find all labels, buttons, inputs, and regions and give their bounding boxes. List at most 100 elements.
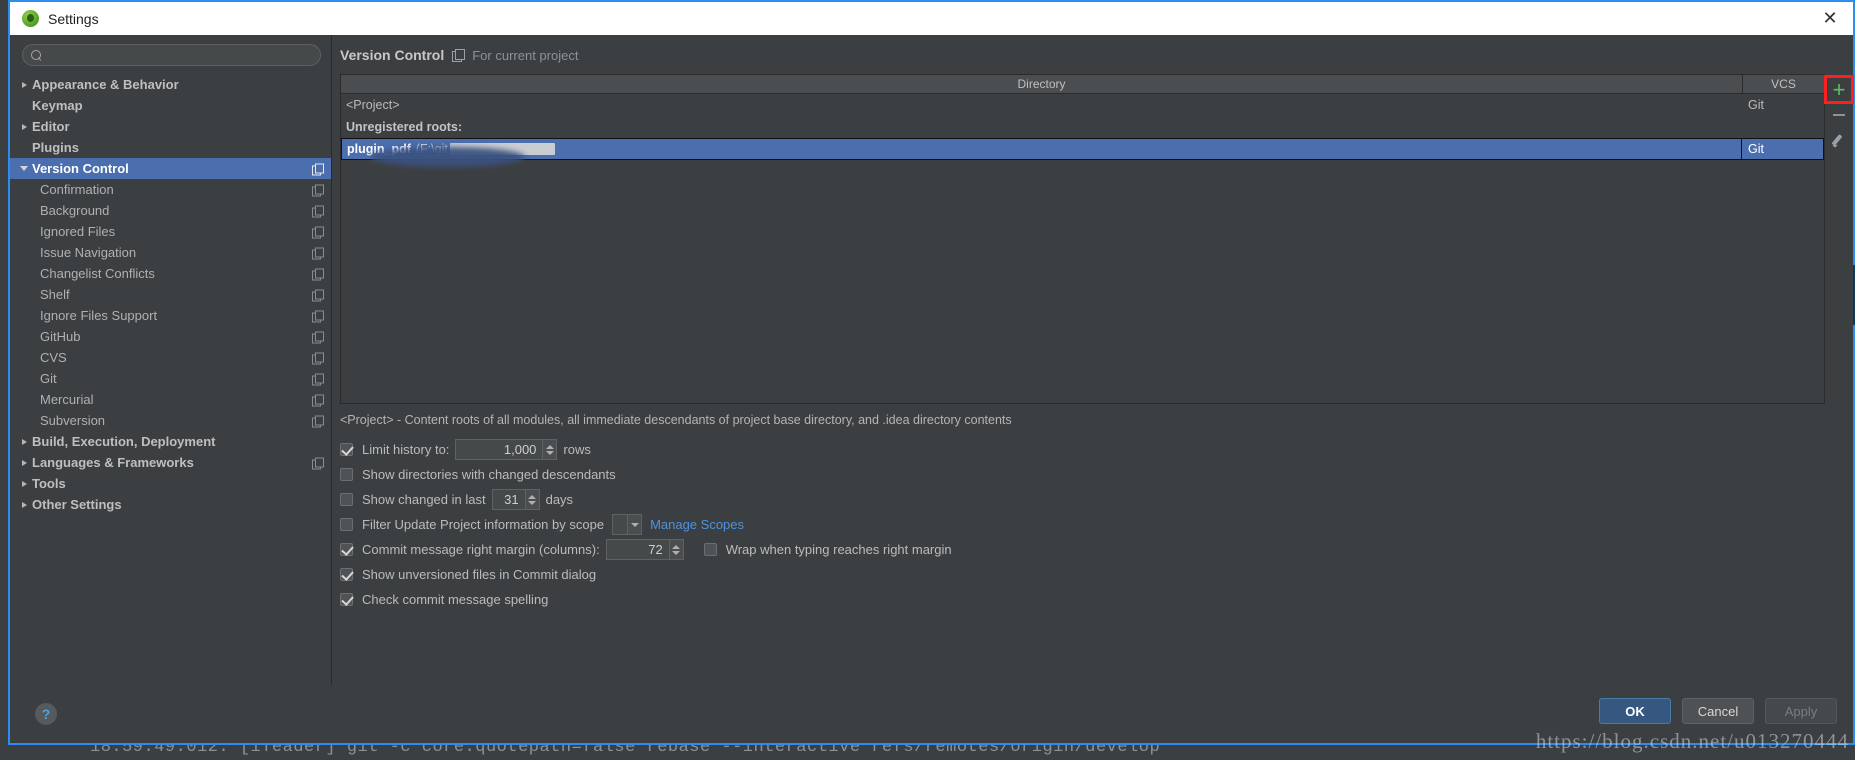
check-commit-spelling-checkbox[interactable] [340, 593, 353, 606]
search-box[interactable] [22, 44, 321, 66]
commit-right-margin-spin-arrows[interactable] [668, 540, 683, 559]
dialog-action-buttons: OK Cancel Apply [1599, 698, 1837, 724]
sidebar-item-label: Other Settings [32, 497, 122, 512]
table-body: <Project> Git Unregistered roots: plugin_pd… [341, 94, 1824, 403]
dialog-footer: ? OK Cancel Apply [10, 685, 1853, 743]
limit-history-spin-arrows[interactable] [542, 440, 557, 459]
sidebar-item-label: Editor [32, 119, 70, 134]
edit-mapping-button[interactable] [1826, 127, 1852, 152]
remove-mapping-button[interactable] [1826, 102, 1852, 127]
show-dirs-changed-descendants-label: Show directories with changed descendant… [362, 467, 616, 482]
pencil-icon [1833, 133, 1846, 146]
commit-right-margin-input[interactable] [606, 540, 669, 559]
search-input[interactable] [48, 48, 312, 62]
chevron-right-icon[interactable] [16, 480, 32, 487]
show-changed-in-last-checkbox[interactable] [340, 493, 353, 506]
column-header-directory[interactable]: Directory [341, 75, 1742, 93]
table-toolbar: + [1824, 74, 1854, 404]
sidebar-item-other-settings[interactable]: Other Settings [10, 494, 331, 515]
show-unversioned-in-commit-checkbox[interactable] [340, 568, 353, 581]
show-changed-days-stepper[interactable] [491, 489, 540, 510]
sidebar-item-label: Issue Navigation [40, 245, 137, 260]
sidebar-item-keymap[interactable]: Keymap [10, 95, 331, 116]
filter-update-by-scope-label: Filter Update Project information by sco… [362, 517, 605, 532]
chevron-down-icon[interactable] [627, 515, 642, 534]
limit-history-stepper[interactable] [455, 439, 558, 460]
wrap-when-typing-checkbox[interactable] [703, 543, 717, 556]
commit-right-margin-label: Commit message right margin (columns): [362, 542, 600, 557]
sidebar-item-label: Appearance & Behavior [32, 77, 179, 92]
sidebar-item-git[interactable]: Git [10, 368, 331, 389]
table-cell-vcs [1742, 116, 1824, 138]
table-header-row: Directory VCS [341, 75, 1824, 94]
show-changed-days-input[interactable] [492, 490, 525, 509]
show-dirs-changed-descendants-checkbox[interactable] [340, 468, 353, 481]
sidebar-item-background[interactable]: Background [10, 200, 331, 221]
sidebar-item-label: Subversion [40, 413, 106, 428]
filter-update-by-scope-checkbox[interactable] [340, 518, 353, 531]
sidebar-item-issue-navigation[interactable]: Issue Navigation [10, 242, 331, 263]
check-commit-spelling-label: Check commit message spelling [362, 592, 549, 607]
sidebar-item-label: CVS [40, 350, 67, 365]
chevron-right-icon[interactable] [16, 123, 32, 130]
sidebar-item-ignore-files-support[interactable]: Ignore Files Support [10, 305, 331, 326]
table-cell-vcs: Git [1748, 98, 1764, 112]
column-header-vcs[interactable]: VCS [1742, 75, 1824, 93]
sidebar-item-languages-frameworks[interactable]: Languages & Frameworks [10, 452, 331, 473]
table-row[interactable]: plugin_pdf(F:\gitGit [341, 138, 1824, 167]
chevron-right-icon[interactable] [16, 81, 32, 88]
cancel-button[interactable]: Cancel [1682, 698, 1754, 724]
redaction-blur [370, 147, 525, 167]
add-mapping-button[interactable]: + [1824, 75, 1854, 104]
settings-sidebar: Appearance & Behavior Keymap Editor Plugins… [10, 35, 332, 685]
sidebar-item-label: Plugins [32, 140, 79, 155]
scope-select[interactable] [612, 514, 643, 535]
help-icon[interactable]: ? [35, 703, 57, 725]
sidebar-item-github[interactable]: GitHub [10, 326, 331, 347]
sidebar-item-label: Background [40, 203, 110, 218]
project-settings-icon [312, 394, 324, 406]
manage-scopes-link[interactable]: Manage Scopes [650, 517, 744, 532]
dialog-title: Settings [48, 10, 99, 27]
sidebar-item-build-execution-deployment[interactable]: Build, Execution, Deployment [10, 431, 331, 452]
sidebar-item-confirmation[interactable]: Confirmation [10, 179, 331, 200]
table-row[interactable]: Unregistered roots: [341, 116, 1824, 138]
sidebar-item-tools[interactable]: Tools [10, 473, 331, 494]
sidebar-item-appearance-behavior[interactable]: Appearance & Behavior [10, 74, 331, 95]
sidebar-item-cvs[interactable]: CVS [10, 347, 331, 368]
sidebar-item-ignored-files[interactable]: Ignored Files [10, 221, 331, 242]
project-roots-note: <Project> - Content roots of all modules… [340, 413, 1012, 427]
chevron-down-icon[interactable] [16, 166, 32, 171]
option-filter-update-by-scope: Filter Update Project information by sco… [340, 512, 1853, 537]
ok-button[interactable]: OK [1599, 698, 1671, 724]
scope-select-value [613, 515, 627, 534]
option-check-commit-spelling: Check commit message spelling [340, 587, 1853, 612]
apply-button[interactable]: Apply [1765, 698, 1837, 724]
show-changed-days-spin-arrows[interactable] [524, 490, 539, 509]
option-show-changed-in-last: Show changed in last days [340, 487, 1853, 512]
project-settings-icon [312, 457, 324, 469]
close-icon[interactable]: ✕ [1807, 2, 1853, 35]
sidebar-item-subversion[interactable]: Subversion [10, 410, 331, 431]
vcs-options: <Project> - Content roots of all modules… [332, 404, 1853, 612]
sidebar-item-editor[interactable]: Editor [10, 116, 331, 137]
chevron-right-icon[interactable] [16, 501, 32, 508]
chevron-right-icon[interactable] [16, 459, 32, 466]
table-cell-directory: Unregistered roots: [346, 120, 462, 134]
table-row[interactable]: <Project> Git [341, 94, 1824, 116]
project-scope-icon [452, 49, 466, 62]
chevron-right-icon[interactable] [16, 438, 32, 445]
commit-right-margin-checkbox[interactable] [340, 543, 353, 556]
sidebar-item-shelf[interactable]: Shelf [10, 284, 331, 305]
sidebar-item-label: Version Control [32, 161, 129, 176]
page-scope-label: For current project [472, 47, 579, 63]
limit-history-input[interactable] [456, 440, 543, 459]
commit-right-margin-stepper[interactable] [605, 539, 684, 560]
sidebar-item-mercurial[interactable]: Mercurial [10, 389, 331, 410]
sidebar-item-changelist-conflicts[interactable]: Changelist Conflicts [10, 263, 331, 284]
sidebar-item-version-control[interactable]: Version Control [10, 158, 331, 179]
search-icon [31, 49, 42, 61]
sidebar-item-plugins[interactable]: Plugins [10, 137, 331, 158]
limit-history-checkbox[interactable] [340, 443, 353, 456]
option-commit-right-margin: Commit message right margin (columns): W… [340, 537, 1853, 562]
